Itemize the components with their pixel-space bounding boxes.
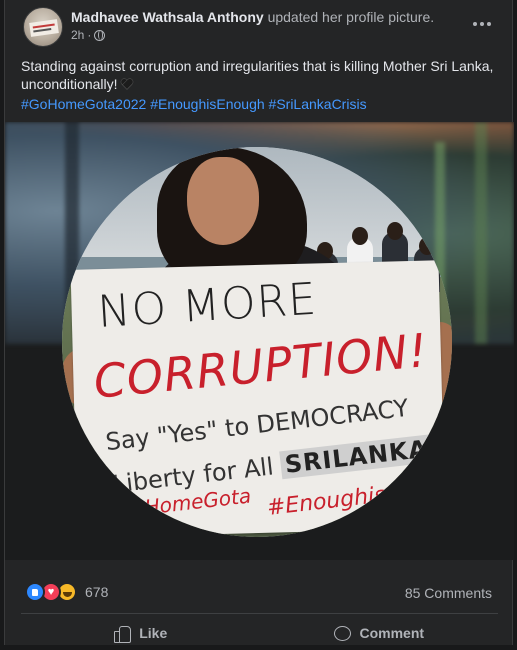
reaction-count[interactable]: 678	[85, 584, 108, 600]
hashtag-link[interactable]: #SriLankaCrisis	[269, 96, 367, 112]
reaction-summary[interactable]: 678	[25, 582, 108, 602]
avatar-placard	[29, 19, 59, 37]
placard-line: #Enoughis	[265, 482, 387, 521]
post-header: Madhavee Wathsala Anthony updated her pr…	[5, 0, 514, 52]
black-heart-icon	[121, 79, 133, 90]
hashtag-link[interactable]: #EnoughisEnough	[150, 96, 264, 112]
like-reaction-icon	[25, 582, 45, 602]
comment-bubble-icon	[333, 625, 352, 642]
more-options-button[interactable]	[468, 12, 496, 36]
hashtag-list: #GoHomeGota2022 #EnoughisEnough #SriLank…	[21, 95, 499, 113]
profile-photo[interactable]: NO MORE CORRUPTION! Say "Yes" to DEMOCRA…	[5, 122, 514, 560]
post-card: Madhavee Wathsala Anthony updated her pr…	[4, 0, 514, 645]
protest-placard: NO MORE CORRUPTION! Say "Yes" to DEMOCRA…	[70, 260, 452, 537]
post-action-text: updated her profile picture.	[267, 9, 435, 25]
post-meta: 2h ·	[71, 28, 106, 42]
post-message-text: Standing against corruption and irregula…	[21, 58, 494, 92]
hashtag-link[interactable]: #GoHomeGota2022	[21, 96, 146, 112]
meta-separator: ·	[87, 28, 92, 42]
placard-line: NO MORE	[96, 273, 319, 338]
more-options-icon	[473, 22, 477, 26]
comments-count-link[interactable]: 85 Comments	[405, 585, 492, 601]
thumbs-up-icon	[113, 624, 132, 643]
author-name[interactable]: Madhavee Wathsala Anthony	[71, 9, 264, 25]
comment-label: Comment	[359, 625, 425, 641]
post-message: Standing against corruption and irregula…	[21, 57, 499, 113]
globe-icon[interactable]	[94, 29, 106, 41]
woman-face	[187, 157, 259, 245]
profile-picture-circle: NO MORE CORRUPTION! Say "Yes" to DEMOCRA…	[62, 147, 452, 537]
divider	[21, 613, 498, 614]
author-avatar[interactable]	[23, 7, 63, 47]
post-headline: Madhavee Wathsala Anthony updated her pr…	[71, 8, 434, 26]
post-time[interactable]: 2h	[71, 28, 84, 42]
like-label: Like	[139, 625, 168, 641]
